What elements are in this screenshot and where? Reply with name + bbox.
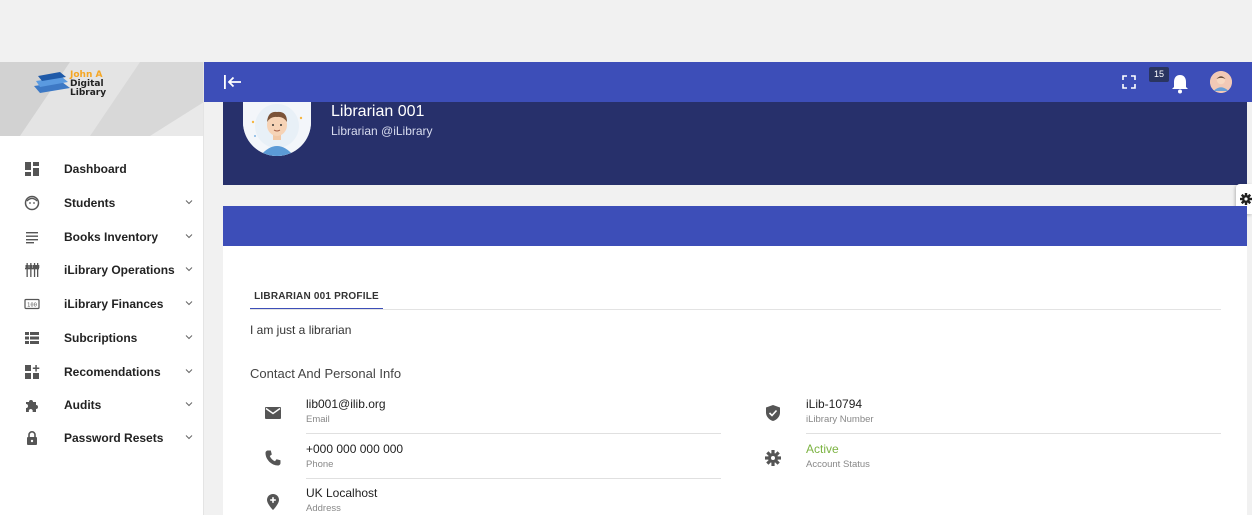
sidebar-item-recomendations[interactable]: Recomendations <box>0 358 204 386</box>
sidebar-item-ilibrary-operations[interactable]: iLibrary Operations <box>0 256 204 284</box>
librarian-avatar-icon <box>243 102 311 156</box>
fullscreen-icon[interactable] <box>1122 75 1136 89</box>
chevron-down-icon <box>185 369 193 374</box>
contact-phone: +000 000 000 000 Phone <box>250 442 730 486</box>
address-label: Address <box>306 503 341 514</box>
address-value: UK Localhost <box>306 486 378 500</box>
divider <box>306 433 721 434</box>
profile-tabs-band <box>223 206 1247 246</box>
sidebar-item-audits[interactable]: Audits <box>0 391 204 419</box>
sidebar-item-password-resets[interactable]: Password Resets <box>0 424 204 452</box>
contact-address: UK Localhost Address <box>250 486 730 515</box>
counter-icon: 100 <box>24 298 40 310</box>
email-label: Email <box>306 414 330 425</box>
chevron-down-icon <box>185 267 193 272</box>
svg-text:Library: Library <box>70 88 106 98</box>
sidebar-item-subcriptions[interactable]: Subcriptions <box>0 324 204 352</box>
info-account-status: Active Account Status <box>750 442 1225 486</box>
mail-icon <box>265 407 281 419</box>
location-icon <box>267 494 279 510</box>
gear-icon <box>765 450 781 466</box>
chevron-down-icon <box>185 301 193 306</box>
sidebar-item-dashboard[interactable]: Dashboard <box>0 155 204 183</box>
chevron-down-icon <box>185 435 193 440</box>
account-status-label: Account Status <box>806 459 870 470</box>
chevron-down-icon <box>185 200 193 205</box>
sidebar-item-label: iLibrary Operations <box>64 263 175 277</box>
sidebar-item-label: Students <box>64 196 116 210</box>
collapse-sidebar-icon[interactable] <box>222 71 244 93</box>
profile-bio: I am just a librarian <box>250 323 352 337</box>
profile-subtitle: Librarian @iLibrary <box>331 124 433 138</box>
equalizer-icon <box>25 263 40 277</box>
view-list-icon <box>25 332 39 344</box>
sidebar-item-label: Password Resets <box>64 431 164 445</box>
email-value[interactable]: lib001@ilib.org <box>306 397 386 411</box>
profile-avatar <box>243 102 311 156</box>
profile-name: Librarian 001 <box>331 103 425 120</box>
sidebar-item-label: Recomendations <box>64 365 161 379</box>
profile-card: LIBRARIAN 001 PROFILE I am just a librar… <box>223 246 1247 515</box>
contact-heading: Contact And Personal Info <box>250 366 402 381</box>
chevron-down-icon <box>185 402 193 407</box>
chevron-down-icon <box>185 335 193 340</box>
ilibrary-number-label: iLibrary Number <box>806 414 874 425</box>
sidebar-item-label: Subcriptions <box>64 331 138 345</box>
sidebar-item-ilibrary-finances[interactable]: 100 iLibrary Finances <box>0 290 204 318</box>
brand-area: John A Digital Library <box>0 62 203 136</box>
user-avatar-icon <box>1210 71 1232 93</box>
ilibrary-number-value: iLib-10794 <box>806 397 863 411</box>
chevron-down-icon <box>185 234 193 239</box>
contact-email: lib001@ilib.org Email <box>250 397 730 441</box>
verified-shield-icon <box>766 405 780 421</box>
info-ilibrary-number: iLib-10794 iLibrary Number <box>750 397 1225 441</box>
sidebar-item-students[interactable]: Students <box>0 189 204 217</box>
bell-icon[interactable] <box>1166 70 1194 96</box>
account-status-value: Active <box>806 442 839 456</box>
sidebar-item-label: Dashboard <box>64 162 127 176</box>
svg-text:100: 100 <box>27 303 37 309</box>
puzzle-icon <box>26 400 38 412</box>
phone-label: Phone <box>306 459 334 470</box>
user-avatar[interactable] <box>1210 71 1232 93</box>
list-icon <box>26 232 38 244</box>
divider <box>306 478 721 479</box>
lock-icon <box>27 431 37 445</box>
tab-librarian-profile[interactable]: LIBRARIAN 001 PROFILE <box>250 284 383 310</box>
add-dashboard-icon <box>25 365 40 379</box>
divider <box>806 433 1221 434</box>
phone-value[interactable]: +000 000 000 000 <box>306 442 403 456</box>
tab-divider <box>250 309 1221 310</box>
library-logo[interactable]: John A Digital Library <box>32 66 140 100</box>
sidebar-item-label: Audits <box>64 398 102 412</box>
top-navbar: 15 <box>204 62 1252 102</box>
sidebar-item-label: Books Inventory <box>64 230 159 244</box>
sidebar: John A Digital Library Dashboard Student… <box>0 62 204 515</box>
face-icon <box>24 195 40 211</box>
dashboard-icon <box>25 162 39 176</box>
sidebar-item-books-inventory[interactable]: Books Inventory <box>0 223 204 251</box>
profile-header: Librarian 001 Librarian @iLibrary <box>223 102 1247 185</box>
phone-icon <box>265 450 281 466</box>
notification-count-badge: 15 <box>1149 67 1169 82</box>
sidebar-item-label: iLibrary Finances <box>64 297 164 311</box>
